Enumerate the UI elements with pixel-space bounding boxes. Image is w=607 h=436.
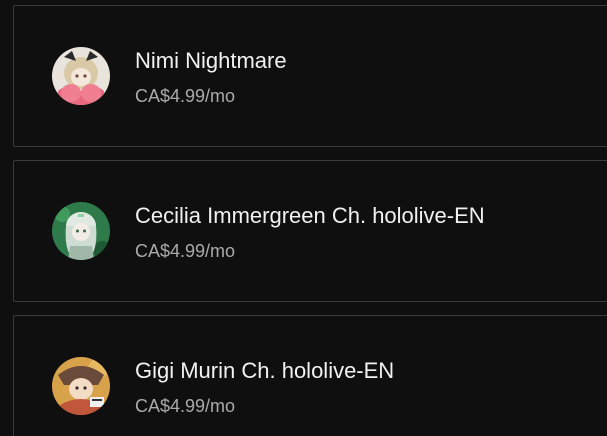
gigi-avatar-icon [52,357,110,415]
channel-name[interactable]: Cecilia Immergreen Ch. hololive-EN [135,202,485,230]
membership-price: CA$4.99/mo [135,86,236,106]
channel-name[interactable]: Gigi Murin Ch. hololive-EN [135,357,394,385]
channel-name[interactable]: Nimi Nightmare [135,47,287,75]
membership-list: Nimi Nightmare CA$4.99/mo Cecilia Immerg… [0,0,607,436]
membership-price: CA$4.99/mo [135,396,236,416]
membership-card[interactable]: Nimi Nightmare CA$4.99/mo [13,5,607,147]
membership-card[interactable]: Cecilia Immergreen Ch. hololive-EN CA$4.… [13,160,607,302]
membership-card[interactable]: Gigi Murin Ch. hololive-EN CA$4.99/mo [13,315,607,436]
channel-avatar-gigi[interactable] [52,357,110,415]
channel-avatar-nimi[interactable] [52,47,110,105]
cecilia-avatar-icon [52,202,110,260]
membership-price: CA$4.99/mo [135,241,236,261]
channel-avatar-cecilia[interactable] [52,202,110,260]
nimi-avatar-icon [52,47,110,105]
